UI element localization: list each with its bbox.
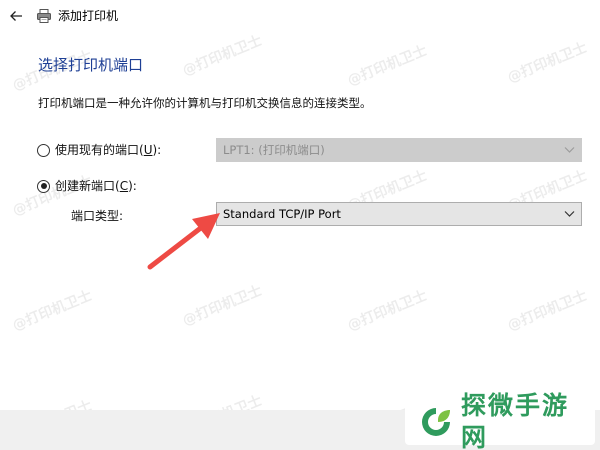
arrow-left-icon: [10, 11, 22, 21]
chevron-down-icon: [564, 211, 575, 217]
watermark: @打印机卫士: [10, 287, 95, 335]
use-existing-port-label: 使用现有的端口(U):: [55, 143, 162, 157]
port-type-label: 端口类型:: [71, 209, 124, 223]
create-new-port-option[interactable]: 创建新端口(C):: [37, 178, 137, 194]
back-button[interactable]: [6, 6, 26, 26]
use-existing-port-option[interactable]: 使用现有的端口(U):: [37, 142, 161, 158]
create-new-port-radio[interactable]: [37, 179, 50, 193]
watermark: @打印机卫士: [345, 42, 430, 90]
watermark: @打印机卫士: [345, 287, 430, 335]
page-description: 打印机端口是一种允许你的计算机与打印机交换信息的连接类型。: [38, 96, 372, 110]
watermark: @打印机卫士: [180, 282, 265, 330]
red-arrow-icon: [147, 213, 220, 270]
watermark: @打印机卫士: [505, 39, 590, 87]
leaf-logo-icon: [422, 408, 450, 436]
window-title: 添加打印机: [58, 9, 119, 23]
page-title: 选择打印机端口: [38, 56, 144, 74]
watermark: @打印机卫士: [180, 32, 265, 80]
existing-port-dropdown-value: LPT1: (打印机端口): [223, 143, 325, 157]
logo-text: 探微手游网: [461, 391, 570, 450]
watermark: @打印机卫士: [505, 287, 590, 335]
use-existing-port-radio[interactable]: [37, 143, 50, 157]
create-new-port-label: 创建新端口(C):: [55, 179, 137, 193]
title-bar: 添加打印机: [0, 0, 600, 32]
site-logo: 探微手游网: [405, 391, 595, 450]
existing-port-dropdown: LPT1: (打印机端口): [216, 138, 582, 162]
chevron-down-icon: [564, 147, 575, 153]
port-type-dropdown-value: Standard TCP/IP Port: [223, 207, 341, 221]
port-type-dropdown[interactable]: Standard TCP/IP Port: [216, 202, 582, 226]
printer-icon: [37, 9, 51, 23]
